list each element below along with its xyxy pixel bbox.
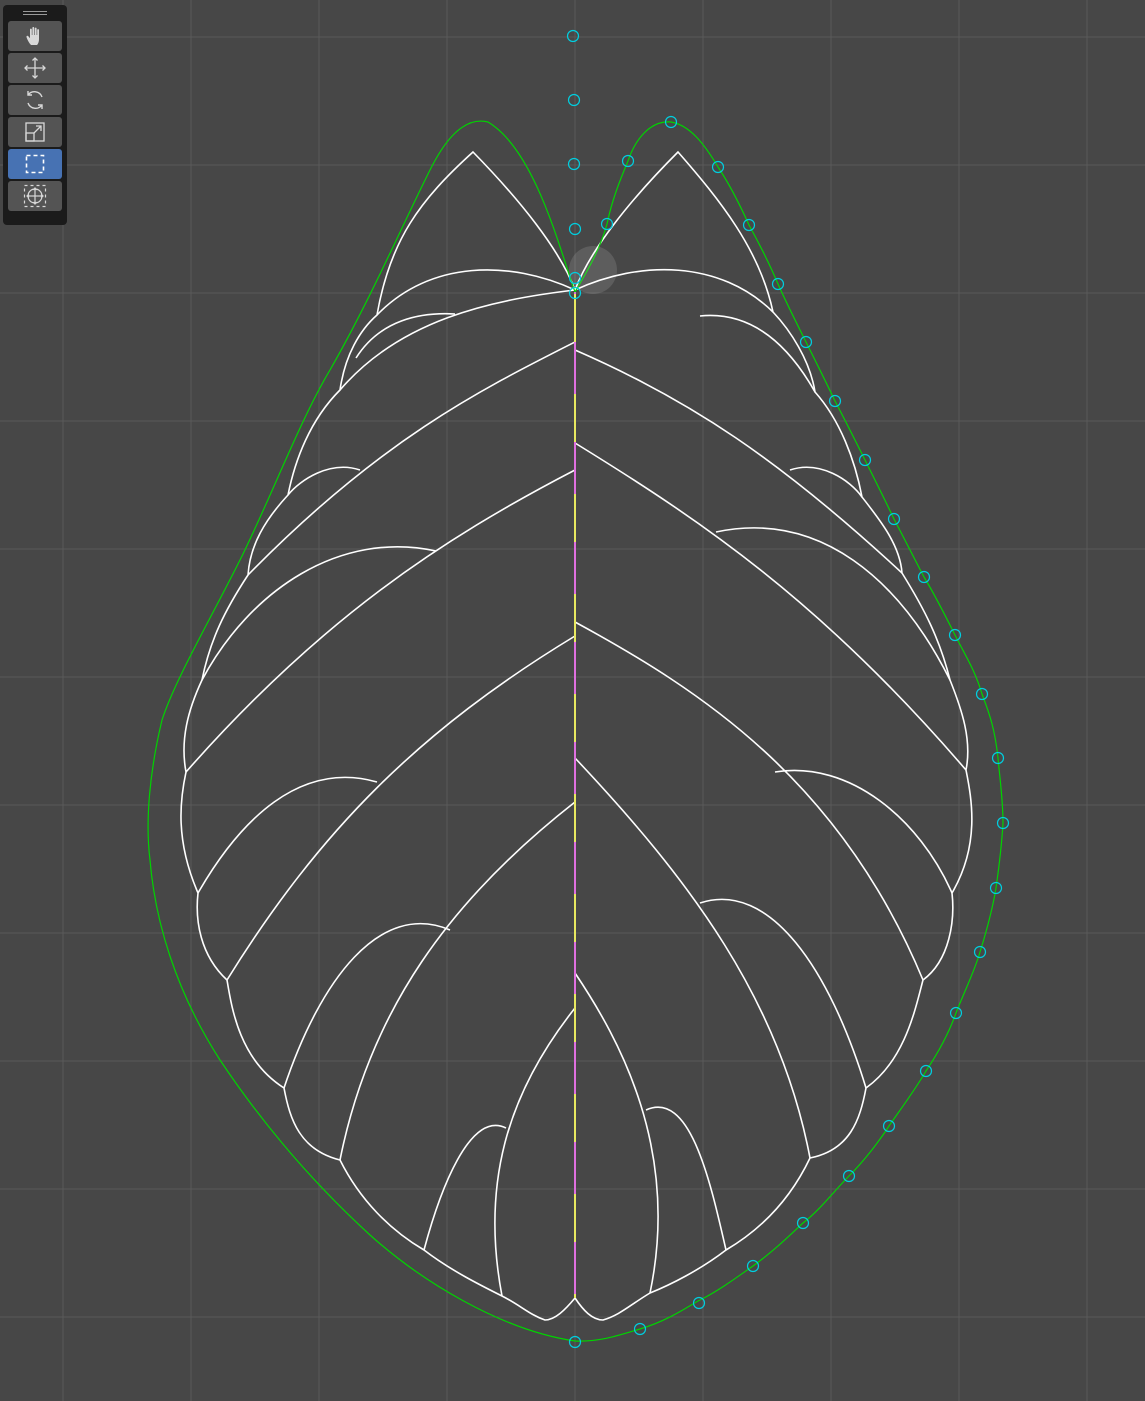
control-point-handle[interactable]	[567, 157, 581, 171]
select-box-icon	[25, 154, 45, 174]
scale-icon	[25, 122, 45, 142]
move-arrows-icon	[24, 57, 46, 79]
toolbar-grip[interactable]	[23, 11, 47, 15]
rotate-icon	[27, 91, 43, 109]
control-point-handle[interactable]	[567, 93, 581, 107]
tool-view-button[interactable]	[8, 21, 62, 51]
leaf-veins	[180, 150, 973, 1321]
control-handles[interactable]	[566, 29, 1010, 1349]
tool-transform-button[interactable]	[8, 181, 62, 211]
hand-icon	[26, 26, 39, 45]
canvas-viewport[interactable]	[0, 0, 1145, 1401]
inner-outline-right	[574, 150, 973, 1321]
transform-icon	[23, 184, 47, 208]
inner-outline-left	[180, 150, 576, 1321]
grid-lines	[0, 0, 1145, 1401]
tool-palette	[3, 5, 67, 225]
tool-scale-button[interactable]	[8, 117, 62, 147]
cursor-highlight	[569, 246, 617, 294]
tool-select-box-button[interactable]	[8, 149, 62, 179]
control-point-handle[interactable]	[566, 29, 580, 43]
tool-rotate-button[interactable]	[8, 85, 62, 115]
tool-move-button[interactable]	[8, 53, 62, 83]
